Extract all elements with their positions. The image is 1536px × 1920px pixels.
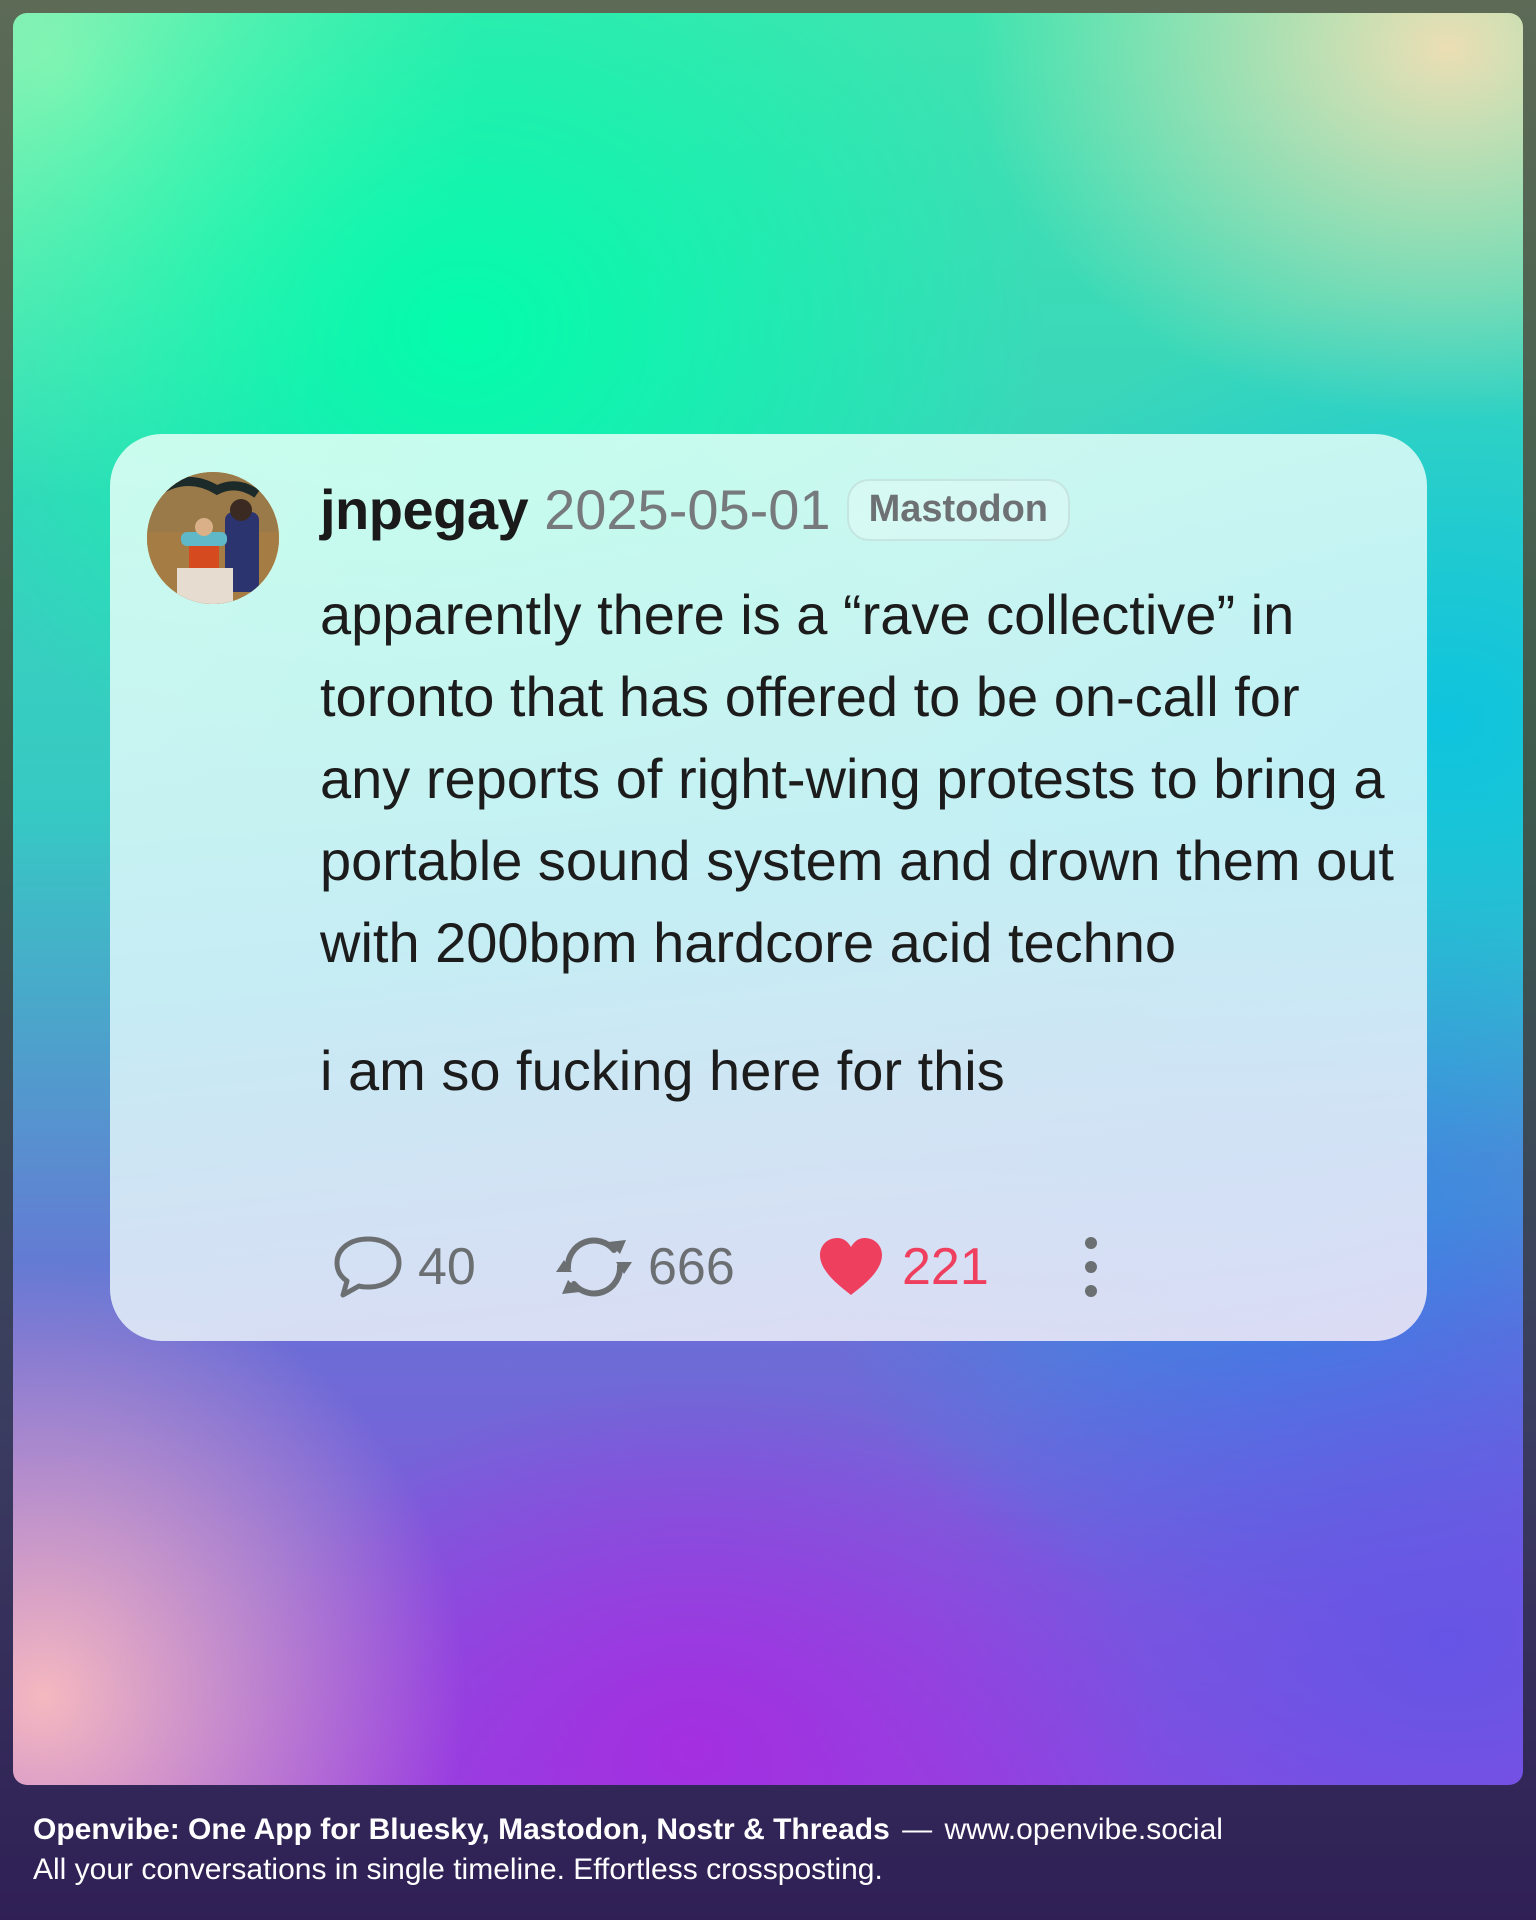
refresh-arrows-icon (556, 1237, 632, 1297)
post-header: jnpegay 2025-05-01 Mastodon (320, 477, 1071, 542)
vertical-ellipsis-icon (1085, 1237, 1097, 1297)
speech-bubble-icon (334, 1236, 402, 1298)
like-count: 221 (902, 1238, 989, 1296)
post-paragraph: i am so fucking here for this (320, 1039, 1005, 1102)
username[interactable]: jnpegay (320, 477, 529, 542)
post-actions: 40 666 221 (332, 1229, 1101, 1305)
post-card[interactable]: jnpegay 2025-05-01 Mastodon apparently t… (110, 434, 1427, 1341)
footer-brand: Openvibe: One App for Bluesky, Mastodon,… (33, 1813, 890, 1846)
like-button[interactable]: 221 (818, 1237, 1081, 1297)
repost-count: 666 (648, 1238, 735, 1296)
post-paragraph: apparently there is a “rave collective” … (320, 583, 1394, 974)
footer-tagline: All your conversations in single timelin… (33, 1853, 883, 1886)
footer-url[interactable]: www.openvibe.social (944, 1813, 1222, 1846)
post-text: apparently there is a “rave collective” … (320, 574, 1400, 1112)
avatar-image (147, 472, 279, 604)
repost-button[interactable]: 666 (554, 1232, 818, 1302)
more-options-button[interactable] (1081, 1234, 1101, 1300)
post-date[interactable]: 2025-05-01 (544, 477, 830, 542)
gradient-background: jnpegay 2025-05-01 Mastodon apparently t… (13, 13, 1523, 1785)
avatar[interactable] (147, 472, 279, 604)
footer: Openvibe: One App for Bluesky, Mastodon,… (33, 1810, 1223, 1890)
heart-icon (820, 1238, 882, 1295)
footer-separator: — (902, 1813, 933, 1846)
network-badge: Mastodon (846, 478, 1071, 541)
reply-count: 40 (418, 1238, 476, 1296)
footer-brand-line: Openvibe: One App for Bluesky, Mastodon,… (33, 1810, 1223, 1850)
reply-button[interactable]: 40 (332, 1234, 554, 1300)
